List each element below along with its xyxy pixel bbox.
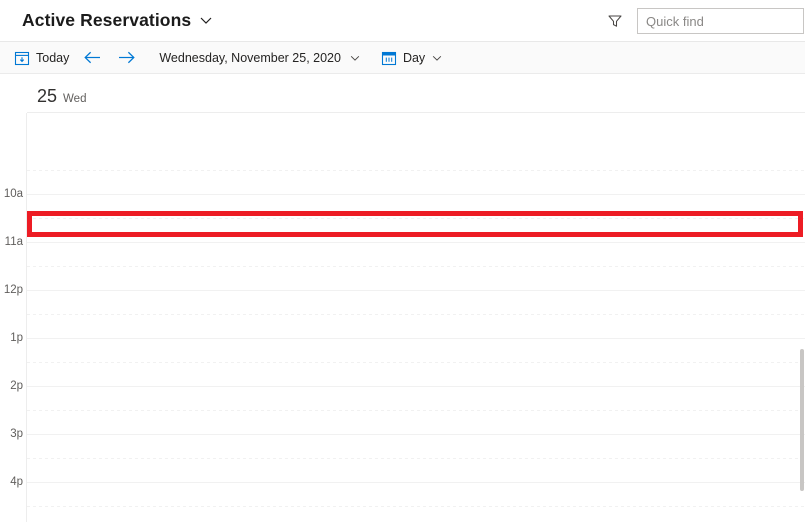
scrollbar-thumb[interactable] (800, 349, 804, 491)
chevron-down-icon[interactable] (431, 52, 443, 64)
today-label: Today (36, 50, 70, 65)
page-title: Active Reservations (22, 10, 192, 30)
filter-funnel-icon[interactable] (604, 10, 626, 32)
hour-gridline (27, 290, 805, 291)
hour-gridline (27, 338, 805, 339)
time-grid: 10a11a12p1p2p3p4p5p (0, 113, 805, 522)
today-button[interactable]: Today (8, 42, 75, 74)
calendar-app: Active Reservations Quick find Today Wed… (0, 0, 805, 522)
half-hour-gridline (27, 506, 805, 507)
half-hour-gridline (27, 362, 805, 363)
quick-find-box[interactable] (637, 8, 805, 34)
hour-gridline (27, 194, 805, 195)
hour-label: 1p (10, 332, 23, 344)
hour-label: 10a (3, 188, 23, 200)
hour-label: 3p (10, 428, 23, 440)
hour-label: 11a (4, 236, 23, 248)
search-input[interactable] (638, 9, 805, 33)
hour-label: 2p (10, 380, 23, 392)
vertical-scrollbar[interactable] (800, 113, 805, 522)
hour-gridline (27, 242, 805, 243)
calendar-surface: 25 Wed 10a11a12p1p2p3p4p5p (0, 74, 805, 522)
hour-label: 12p (3, 284, 23, 296)
hour-label: 4p (10, 476, 23, 488)
day-column[interactable] (27, 113, 805, 522)
day-column-header[interactable]: 25 Wed (27, 74, 805, 113)
half-hour-gridline (27, 314, 805, 315)
half-hour-gridline (27, 218, 805, 219)
current-date-label: Wednesday, November 25, 2020 (159, 50, 341, 65)
hour-gridline (27, 482, 805, 483)
half-hour-gridline (27, 410, 805, 411)
half-hour-gridline (27, 458, 805, 459)
half-hour-gridline (27, 266, 805, 267)
calendar-command-bar: Today Wednesday, November 25, 2020 Day (0, 42, 805, 74)
view-mode-button[interactable]: Day (377, 42, 447, 74)
hour-gridline (27, 434, 805, 435)
app-header: Active Reservations (0, 0, 805, 42)
day-of-week: Wed (63, 93, 87, 105)
half-hour-gridline (27, 170, 805, 171)
chevron-down-icon[interactable] (349, 52, 361, 64)
day-number: 25 (37, 86, 58, 106)
view-selector[interactable]: Active Reservations (22, 8, 213, 32)
date-picker-button[interactable]: Wednesday, November 25, 2020 (155, 42, 365, 74)
calendar-day-icon (381, 50, 397, 66)
chevron-down-icon[interactable] (199, 13, 213, 27)
previous-day-button[interactable] (75, 42, 109, 74)
view-mode-label: Day (402, 50, 426, 65)
hour-gridline (27, 386, 805, 387)
calendar-today-icon (14, 50, 30, 66)
next-day-button[interactable] (109, 42, 143, 74)
time-gutter: 10a11a12p1p2p3p4p5p (0, 113, 27, 522)
